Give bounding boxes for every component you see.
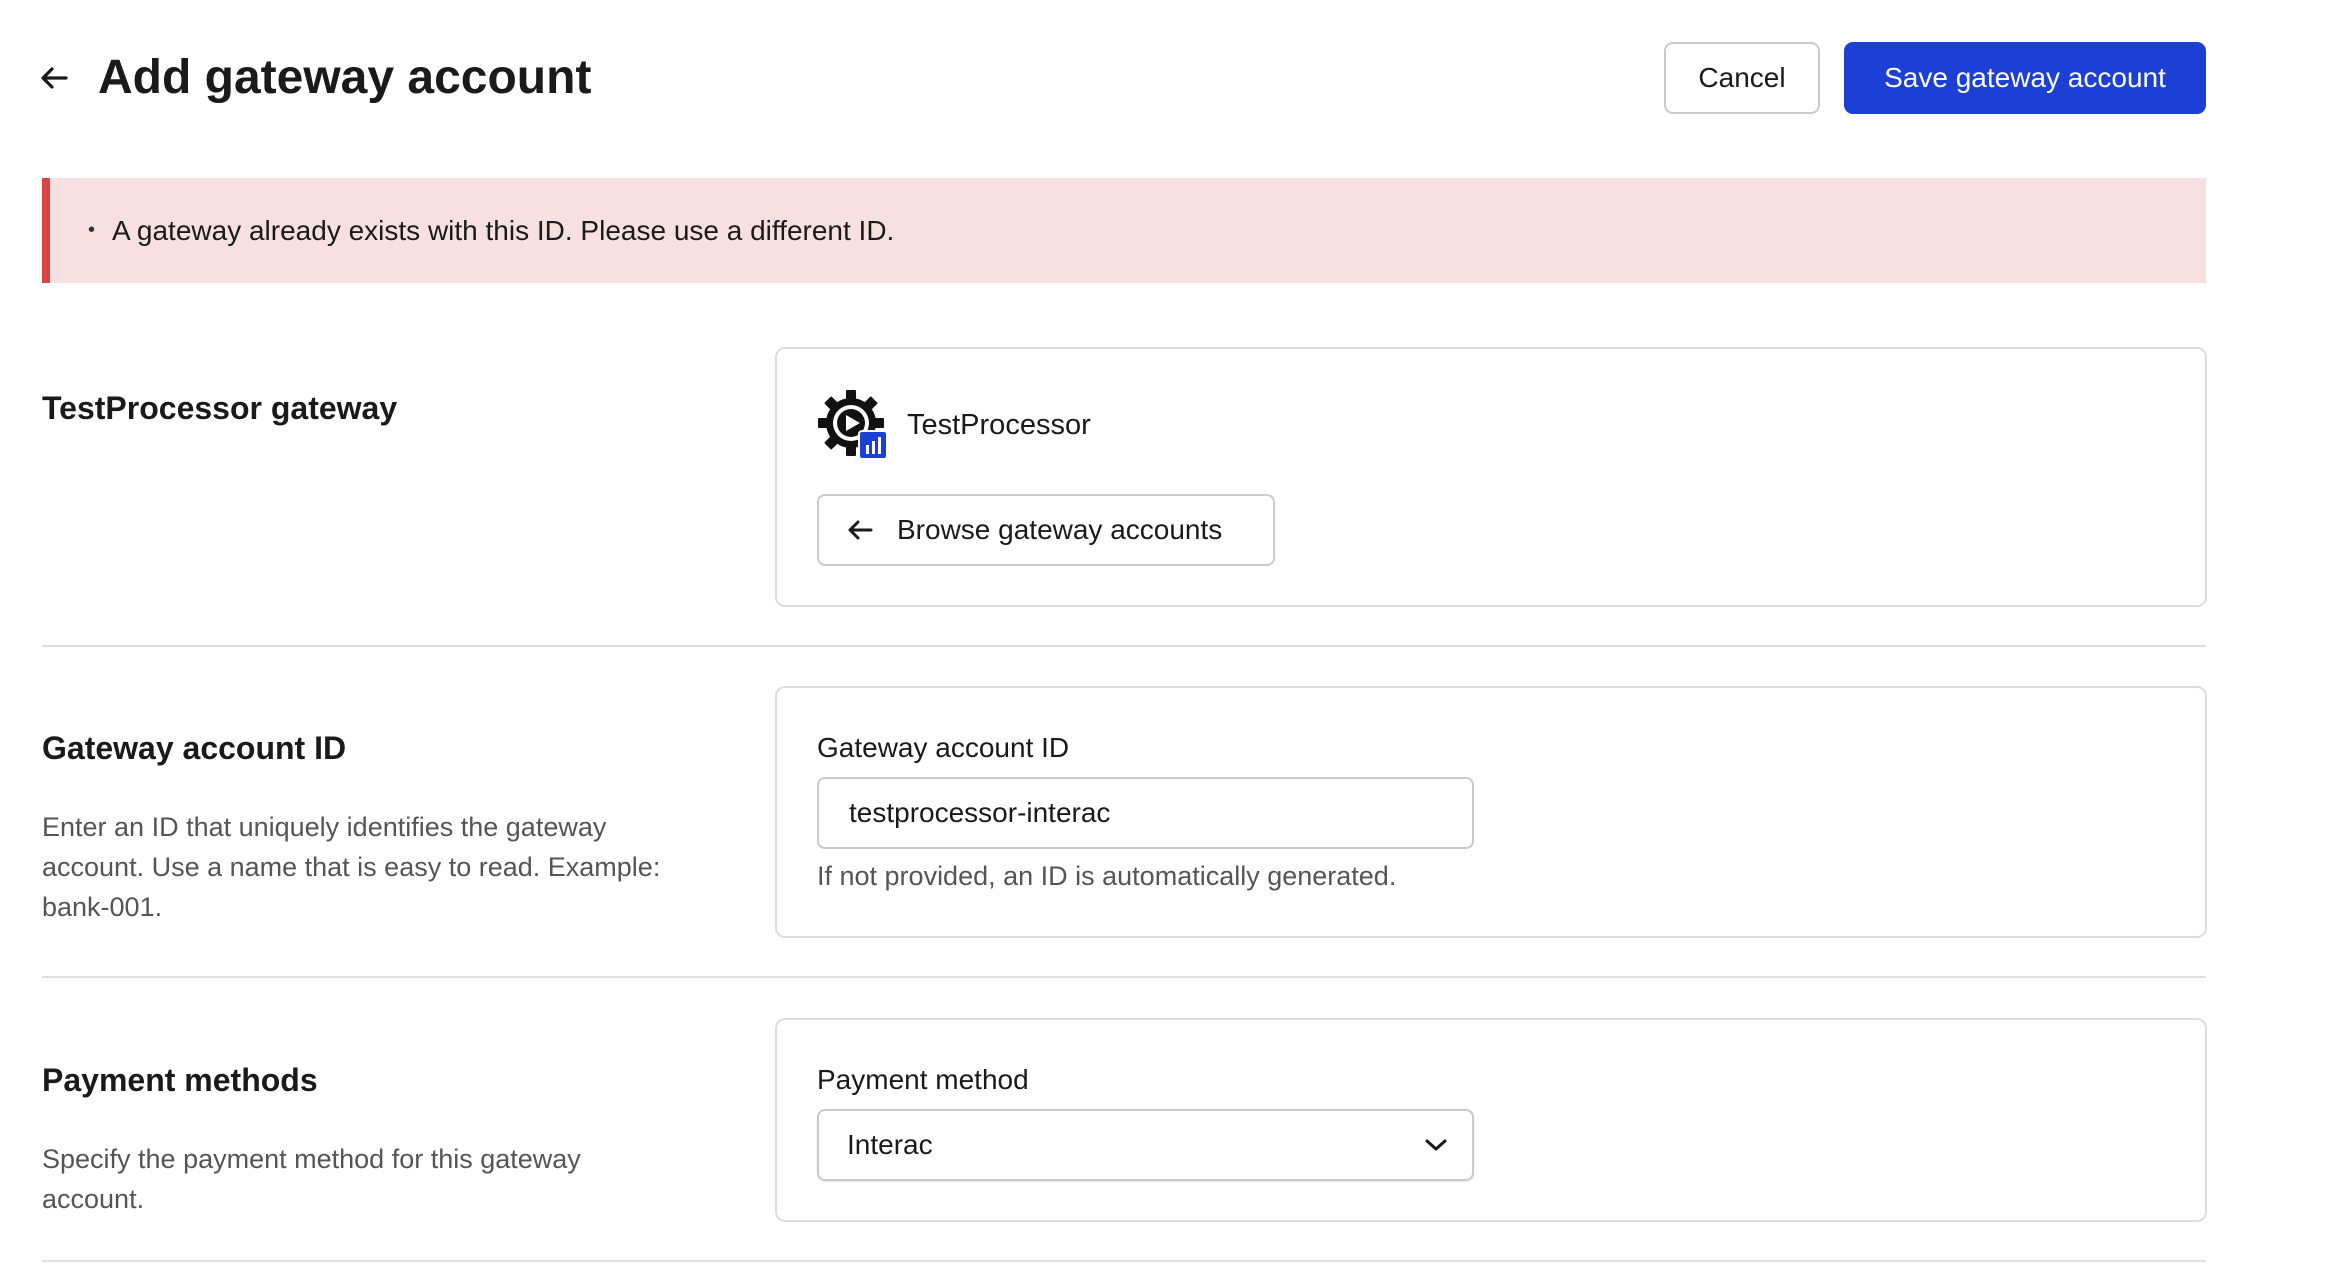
payment-card: Payment method Interac bbox=[775, 1018, 2207, 1222]
gateway-section-title: TestProcessor gateway bbox=[42, 390, 398, 426]
payment-method-label: Payment method bbox=[817, 1064, 1029, 1095]
account-id-card: Gateway account ID If not provided, an I… bbox=[775, 686, 2207, 938]
account-id-description: Enter an ID that uniquely identifies the… bbox=[42, 812, 661, 922]
error-message: A gateway already exists with this ID. P… bbox=[112, 214, 895, 246]
account-id-label: Gateway account ID bbox=[817, 732, 1070, 763]
gateway-card: TestProcessor Browse gateway accounts bbox=[775, 347, 2207, 607]
bullet: • bbox=[88, 219, 96, 241]
payment-method-value: Interac bbox=[847, 1129, 933, 1160]
cancel-button[interactable]: Cancel bbox=[1664, 42, 1820, 114]
account-id-help: If not provided, an ID is automatically … bbox=[817, 861, 1397, 891]
divider bbox=[42, 976, 2206, 978]
gateway-logo-icon bbox=[818, 390, 888, 460]
account-id-section-title: Gateway account ID bbox=[42, 730, 347, 766]
arrow-left-icon bbox=[847, 515, 877, 545]
error-banner: • A gateway already exists with this ID.… bbox=[42, 178, 2206, 283]
payment-description: Specify the payment method for this gate… bbox=[42, 1144, 581, 1214]
chevron-down-icon bbox=[1425, 1139, 1447, 1151]
account-id-input[interactable] bbox=[817, 777, 1474, 849]
back-button[interactable] bbox=[36, 60, 72, 96]
payment-section-title: Payment methods bbox=[42, 1062, 318, 1098]
page-title: Add gateway account bbox=[98, 51, 592, 104]
page: Add gateway account Cancel Save gateway … bbox=[0, 0, 2340, 1276]
payment-method-select[interactable]: Interac bbox=[817, 1109, 1474, 1181]
browse-gateway-accounts-button[interactable]: Browse gateway accounts bbox=[817, 494, 1275, 566]
divider bbox=[42, 1260, 2206, 1262]
save-gateway-account-button[interactable]: Save gateway account bbox=[1844, 42, 2206, 114]
arrow-left-icon bbox=[41, 67, 68, 89]
browse-label: Browse gateway accounts bbox=[897, 514, 1223, 545]
divider bbox=[42, 645, 2206, 647]
processor-name: TestProcessor bbox=[907, 409, 1091, 441]
